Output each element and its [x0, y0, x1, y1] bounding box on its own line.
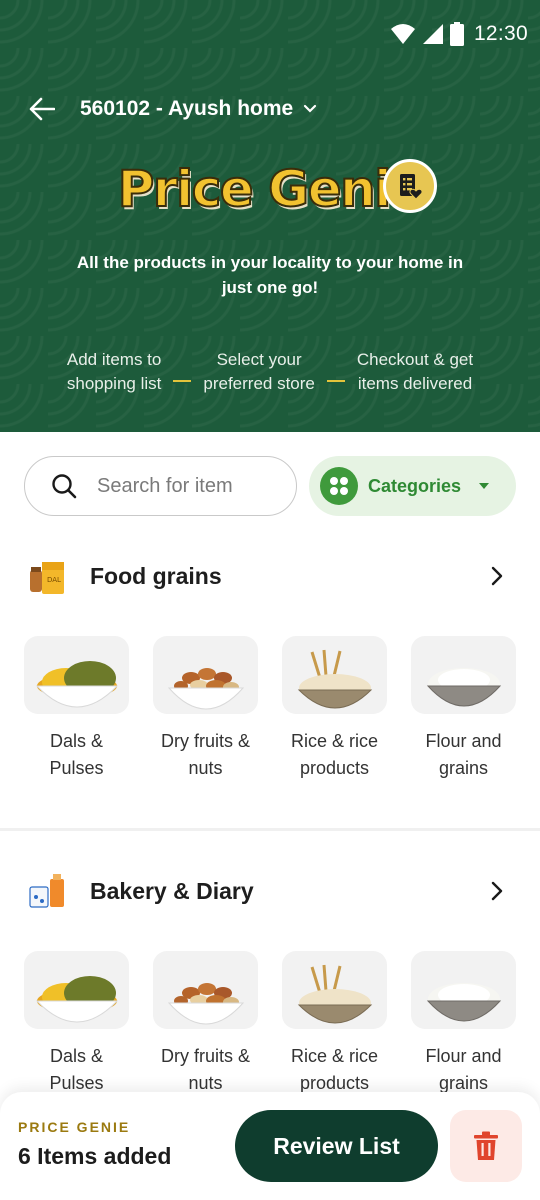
how-it-works-steps: Add items to shopping list Select your p… — [0, 348, 540, 396]
item-label: Dals & Pulses — [49, 1046, 104, 1093]
list-heart-icon — [400, 174, 423, 200]
item-dry-fruits[interactable]: Dry fruits & nuts — [153, 951, 258, 1097]
dals-pulses-image — [24, 636, 129, 714]
item-dals-pulses[interactable]: Dals & Pulses — [24, 951, 129, 1097]
categories-label: Categories — [368, 475, 462, 496]
section-header[interactable]: Bakery & Diary — [28, 869, 512, 913]
signal-icon — [422, 24, 443, 44]
review-list-button[interactable]: Review List — [235, 1110, 438, 1182]
item-rice-products[interactable]: Rice & rice products — [282, 636, 387, 782]
search-icon — [52, 474, 77, 499]
item-label: Flour and grains — [425, 731, 502, 778]
step-text: Checkout & get — [356, 350, 474, 369]
section-divider — [0, 828, 540, 831]
dals-pulses-image — [24, 951, 129, 1029]
hero-banner: 12:30 560102 - Ayush home Price Genie Al… — [0, 0, 540, 432]
step-separator — [326, 380, 345, 382]
search-input[interactable] — [97, 474, 267, 498]
item-dals-pulses[interactable]: Dals & Pulses — [24, 636, 129, 782]
grid-icon — [320, 467, 358, 505]
section-food-grains: DAL Food grains Dals & Pulses Dry fruits … — [0, 554, 540, 794]
clear-list-button[interactable] — [450, 1110, 522, 1182]
status-time: 12:30 — [473, 22, 528, 45]
arrow-left-icon — [29, 97, 55, 121]
item-rice-products[interactable]: Rice & rice products — [282, 951, 387, 1097]
battery-icon — [449, 22, 464, 46]
section-header[interactable]: DAL Food grains — [28, 554, 512, 598]
dry-fruits-image — [153, 951, 258, 1029]
section-title: Food grains — [90, 562, 222, 589]
food-grains-icon: DAL — [28, 556, 68, 596]
trash-icon — [474, 1131, 498, 1160]
search-box[interactable] — [24, 456, 297, 516]
item-dry-fruits[interactable]: Dry fruits & nuts — [153, 636, 258, 782]
item-label: Rice & rice products — [290, 1046, 379, 1093]
top-bar: 560102 - Ayush home — [28, 88, 512, 130]
location-selector[interactable]: 560102 - Ayush home — [80, 97, 317, 121]
bakery-diary-icon — [28, 871, 68, 911]
item-label: Dry fruits & nuts — [160, 731, 250, 778]
chevron-right-icon[interactable] — [482, 876, 512, 906]
step-text: items delivered — [357, 374, 473, 393]
step-separator — [173, 380, 192, 382]
item-label: Rice & rice products — [290, 731, 379, 778]
chevron-down-icon — [304, 104, 317, 113]
step-text: shopping list — [66, 374, 162, 393]
search-row: Categories — [24, 456, 516, 516]
step-add-items: Add items to shopping list — [67, 348, 162, 396]
location-label: 560102 - Ayush home — [80, 97, 294, 120]
wifi-icon — [390, 24, 415, 44]
dry-fruits-image — [153, 636, 258, 714]
rice-products-image — [282, 636, 387, 714]
step-text: Select your — [216, 350, 302, 369]
caret-down-icon — [479, 483, 490, 489]
cart-label: PRICE GENIE — [18, 1119, 131, 1135]
item-row: Dals & Pulses Dry fruits & nuts Rice & ric… — [24, 951, 516, 1097]
step-text: Add items to — [66, 350, 162, 369]
bottom-cart-bar: PRICE GENIE 6 Items added Review List — [0, 1092, 540, 1200]
svg-text:DAL: DAL — [47, 576, 61, 584]
item-flour-grains[interactable]: Flour and grains — [411, 636, 516, 782]
step-select-store: Select your preferred store — [203, 348, 315, 396]
categories-button[interactable]: Categories — [309, 456, 516, 516]
brand-tagline: All the products in your locality to you… — [76, 253, 464, 297]
cart-count: 6 Items added — [18, 1143, 172, 1169]
item-row: Dals & Pulses Dry fruits & nuts Rice & ric… — [24, 636, 516, 782]
rice-products-image — [282, 951, 387, 1029]
brand-badge — [383, 159, 437, 213]
item-label: Dry fruits & nuts — [160, 1046, 250, 1093]
flour-grains-image — [411, 951, 516, 1029]
section-bakery-diary: Bakery & Diary Dals & Pulses Dry fruits &… — [0, 869, 540, 1099]
chevron-right-icon[interactable] — [482, 561, 512, 591]
brand-title-wrap: Price Genie — [0, 159, 540, 219]
back-button[interactable] — [28, 95, 56, 123]
step-text: preferred store — [203, 374, 315, 393]
section-title: Bakery & Diary — [90, 877, 254, 904]
item-flour-grains[interactable]: Flour and grains — [411, 951, 516, 1097]
brand-title: Price Genie — [117, 159, 425, 219]
item-label: Flour and grains — [425, 1046, 502, 1093]
flour-grains-image — [411, 636, 516, 714]
step-checkout: Checkout & get items delivered — [357, 348, 473, 396]
item-label: Dals & Pulses — [49, 731, 104, 778]
status-bar: 12:30 — [390, 14, 528, 54]
